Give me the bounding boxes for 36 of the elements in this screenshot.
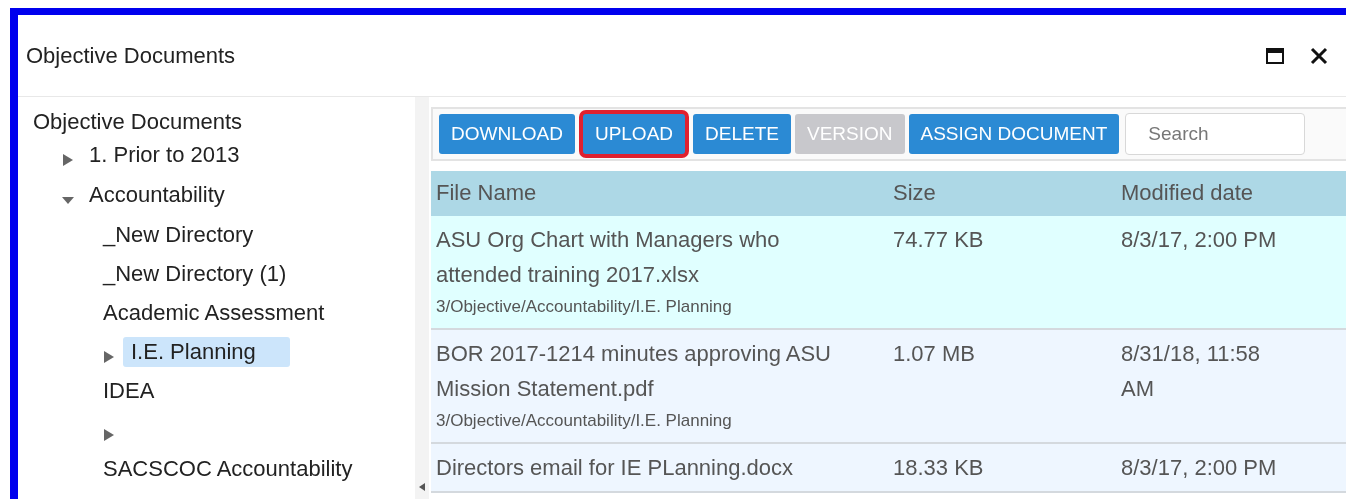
toolbar-button[interactable]: ASSIGN DOCUMENT [908, 114, 1120, 154]
file-size: 1.07 MB [892, 340, 976, 368]
file-size: 18.33 KB [892, 454, 985, 482]
column-header[interactable]: Modified date [1116, 171, 1346, 216]
modified-date: 8/31/18, 11:58 AM [1120, 340, 1262, 403]
search-field[interactable]: Search [1125, 113, 1306, 155]
maximize-icon[interactable] [1264, 45, 1286, 66]
window-title: Objective Documents [26, 42, 237, 69]
column-header[interactable]: Size [888, 171, 1116, 216]
toolbar-button[interactable]: DELETE [693, 114, 791, 154]
toolbar-button[interactable]: DOWNLOAD [439, 114, 575, 154]
tree-item[interactable]: 1. Prior to 2013 [89, 140, 244, 170]
tree-item[interactable]: I.E. Planning [123, 336, 290, 367]
collapse-arrow-icon[interactable] [419, 483, 425, 491]
modified-date: 8/3/17, 2:00 PM [1120, 454, 1278, 482]
tree-item[interactable]: _New Directory [103, 219, 258, 250]
column-header[interactable]: File Name [431, 171, 888, 216]
table-row[interactable]: BOR 2017-1214 minutes approving ASU Mission Statement.pdf 3/Objective/Accountability/I.E. Planning 1.07 MB 8/31/18, 11:58 AM [431, 330, 1346, 444]
tree-item[interactable]: Accountability [89, 180, 229, 210]
file-name: BOR 2017-1214 minutes approving ASU Mission Statement.pdf [436, 340, 832, 403]
file-name: Directors email for IE PLanning.docx [436, 454, 795, 482]
expand-triangle-icon[interactable] [103, 427, 115, 442]
expand-triangle-icon[interactable] [103, 349, 115, 364]
modified-date: 8/3/17, 2:00 PM [1120, 226, 1278, 254]
tree-item[interactable]: IDEA [103, 375, 159, 406]
tree-item[interactable]: _New Directory (1) [103, 258, 291, 289]
file-path: 3/Objective/Accountability/I.E. Planning [436, 410, 733, 432]
file-name: ASU Org Chart with Managers who attended training 2017.xlsx [436, 226, 781, 289]
expand-triangle-icon[interactable] [62, 153, 74, 167]
tree-item[interactable]: SACSCOC Accountability [103, 453, 357, 484]
tree-root[interactable]: Objective Documents [33, 109, 243, 134]
file-path: 3/Objective/Accountability/I.E. Planning [436, 296, 733, 318]
table-row[interactable]: ASU Org Chart with Managers who attended training 2017.xlsx 3/Objective/Accountability/I.E. Planning 74.77 KB 8/3/17, 2:00 PM [431, 216, 1346, 330]
table-row[interactable]: Directors email for IE PLanning.docx 18.33 KB 8/3/17, 2:00 PM [431, 444, 1346, 493]
tree-item[interactable]: Academic Assessment [103, 297, 329, 328]
file-size: 74.77 KB [892, 226, 985, 254]
